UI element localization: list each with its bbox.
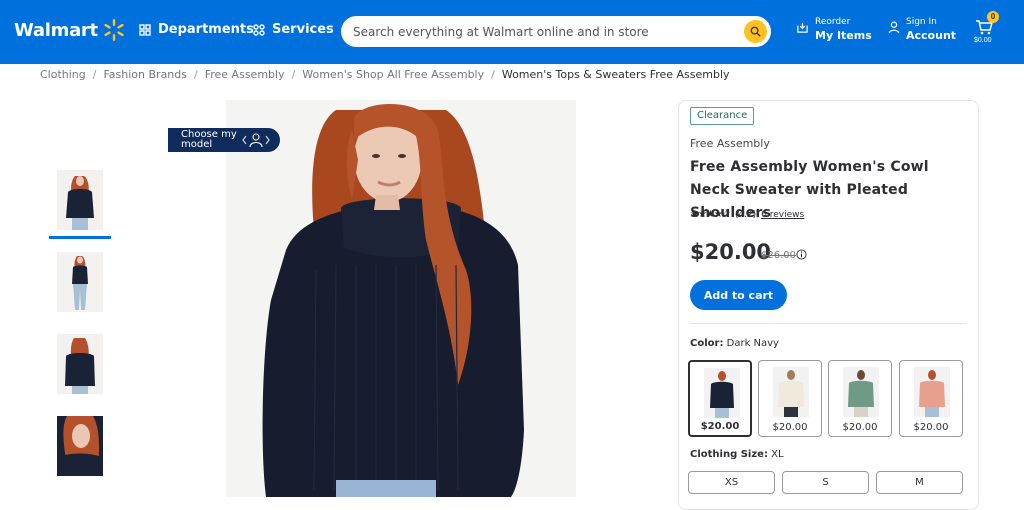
size-option-xs[interactable]: XS — [688, 471, 775, 494]
search-bar — [341, 16, 771, 47]
search-icon — [750, 26, 761, 37]
reviews-link[interactable]: 6 reviews — [761, 210, 804, 220]
color-swatch-cream[interactable]: $20.00 — [758, 360, 822, 437]
spark-icon — [104, 19, 124, 41]
user-icon — [888, 21, 900, 34]
search-input[interactable] — [353, 16, 733, 47]
site-header: Walmart Departments Services Search ever… — [0, 0, 1024, 64]
model-photo — [226, 100, 576, 497]
thumbnail-3[interactable] — [57, 334, 103, 394]
swatch-image — [773, 367, 809, 417]
grid-icon — [139, 23, 151, 36]
size-value: XL — [771, 449, 784, 460]
swatch-price: $20.00 — [772, 422, 808, 433]
signin-small-label: Sign In — [906, 17, 937, 27]
thumbnail-1-image — [57, 170, 103, 230]
model-switch-icon — [242, 133, 270, 148]
color-label-row: Color: Dark Navy — [690, 338, 779, 349]
divider — [690, 323, 967, 324]
thumbnail-selected-indicator — [49, 236, 111, 239]
swatch-image — [914, 367, 950, 417]
color-label: Color: — [690, 338, 724, 349]
swatch-image — [843, 367, 879, 417]
signin-big-label: Account — [906, 29, 957, 42]
swatch-price: $20.00 — [700, 421, 740, 432]
star-rating-icon: ★★★★☆ — [690, 209, 731, 220]
size-label-row: Clothing Size: XL — [690, 449, 784, 460]
thumbnail-4-image — [57, 416, 103, 476]
breadcrumb-womens-shop[interactable]: Women's Shop All Free Assembly — [302, 68, 484, 81]
info-icon[interactable] — [796, 249, 807, 260]
reorder-icon — [797, 22, 808, 33]
reorder-big-label: My Items — [815, 29, 872, 42]
breadcrumb-current[interactable]: Women's Tops & Sweaters Free Assembly — [502, 68, 730, 81]
add-to-cart-button[interactable]: Add to cart — [690, 280, 787, 310]
rating-row: ★★★★☆ (4.2) 6 reviews — [690, 209, 804, 220]
swatch-image — [704, 368, 740, 418]
color-swatch-pink[interactable]: $20.00 — [899, 360, 963, 437]
size-label: Clothing Size: — [690, 449, 768, 460]
cart-button[interactable]: 0 $0.00 — [974, 11, 1000, 51]
size-option-m[interactable]: M — [876, 471, 963, 494]
breadcrumb-separator: / — [92, 68, 97, 81]
services-grid-icon — [253, 23, 265, 36]
main-product-image[interactable] — [226, 100, 576, 497]
cart-count-badge: 0 — [987, 11, 999, 23]
logo-text: Walmart — [14, 19, 98, 41]
thumbnail-2-image — [57, 252, 103, 312]
current-price: $20.00 — [690, 240, 772, 264]
was-price: $26.00 — [761, 250, 796, 261]
breadcrumb-clothing[interactable]: Clothing — [40, 68, 86, 81]
reorder-my-items[interactable]: Reorder My Items — [796, 17, 872, 42]
choose-my-model-button[interactable]: Choose my model — [168, 128, 280, 152]
color-value: Dark Navy — [726, 338, 779, 349]
breadcrumb-separator: / — [291, 68, 296, 81]
breadcrumb-separator: / — [194, 68, 198, 81]
walmart-logo[interactable]: Walmart — [14, 18, 126, 42]
services-label: Services — [272, 22, 334, 37]
reorder-small-label: Reorder — [815, 17, 851, 27]
rating-value: (4.2) — [734, 209, 757, 220]
swatch-price: $20.00 — [842, 422, 878, 433]
search-button[interactable] — [744, 20, 767, 43]
breadcrumb-fashion-brands[interactable]: Fashion Brands — [103, 68, 187, 81]
thumbnail-2[interactable] — [57, 252, 103, 312]
thumbnail-3-image — [57, 334, 103, 394]
color-swatch-dark-navy[interactable]: $20.00 — [688, 360, 752, 437]
size-option-s[interactable]: S — [782, 471, 869, 494]
breadcrumb-free-assembly[interactable]: Free Assembly — [205, 68, 285, 81]
choose-model-label: Choose my model — [181, 129, 237, 150]
clearance-badge: Clearance — [690, 107, 755, 125]
cart-total: $0.00 — [974, 37, 992, 44]
thumbnail-1[interactable] — [57, 170, 103, 230]
thumbnail-4[interactable] — [57, 416, 103, 476]
sign-in-account[interactable]: Sign In Account — [888, 17, 956, 42]
breadcrumb: Clothing / Fashion Brands / Free Assembl… — [40, 68, 730, 81]
color-swatch-green[interactable]: $20.00 — [828, 360, 892, 437]
brand-link[interactable]: Free Assembly — [690, 137, 770, 150]
departments-button[interactable]: Departments — [139, 22, 254, 37]
swatch-price: $20.00 — [913, 422, 949, 433]
breadcrumb-separator: / — [491, 68, 495, 81]
services-button[interactable]: Services — [253, 22, 334, 37]
departments-label: Departments — [158, 22, 254, 37]
